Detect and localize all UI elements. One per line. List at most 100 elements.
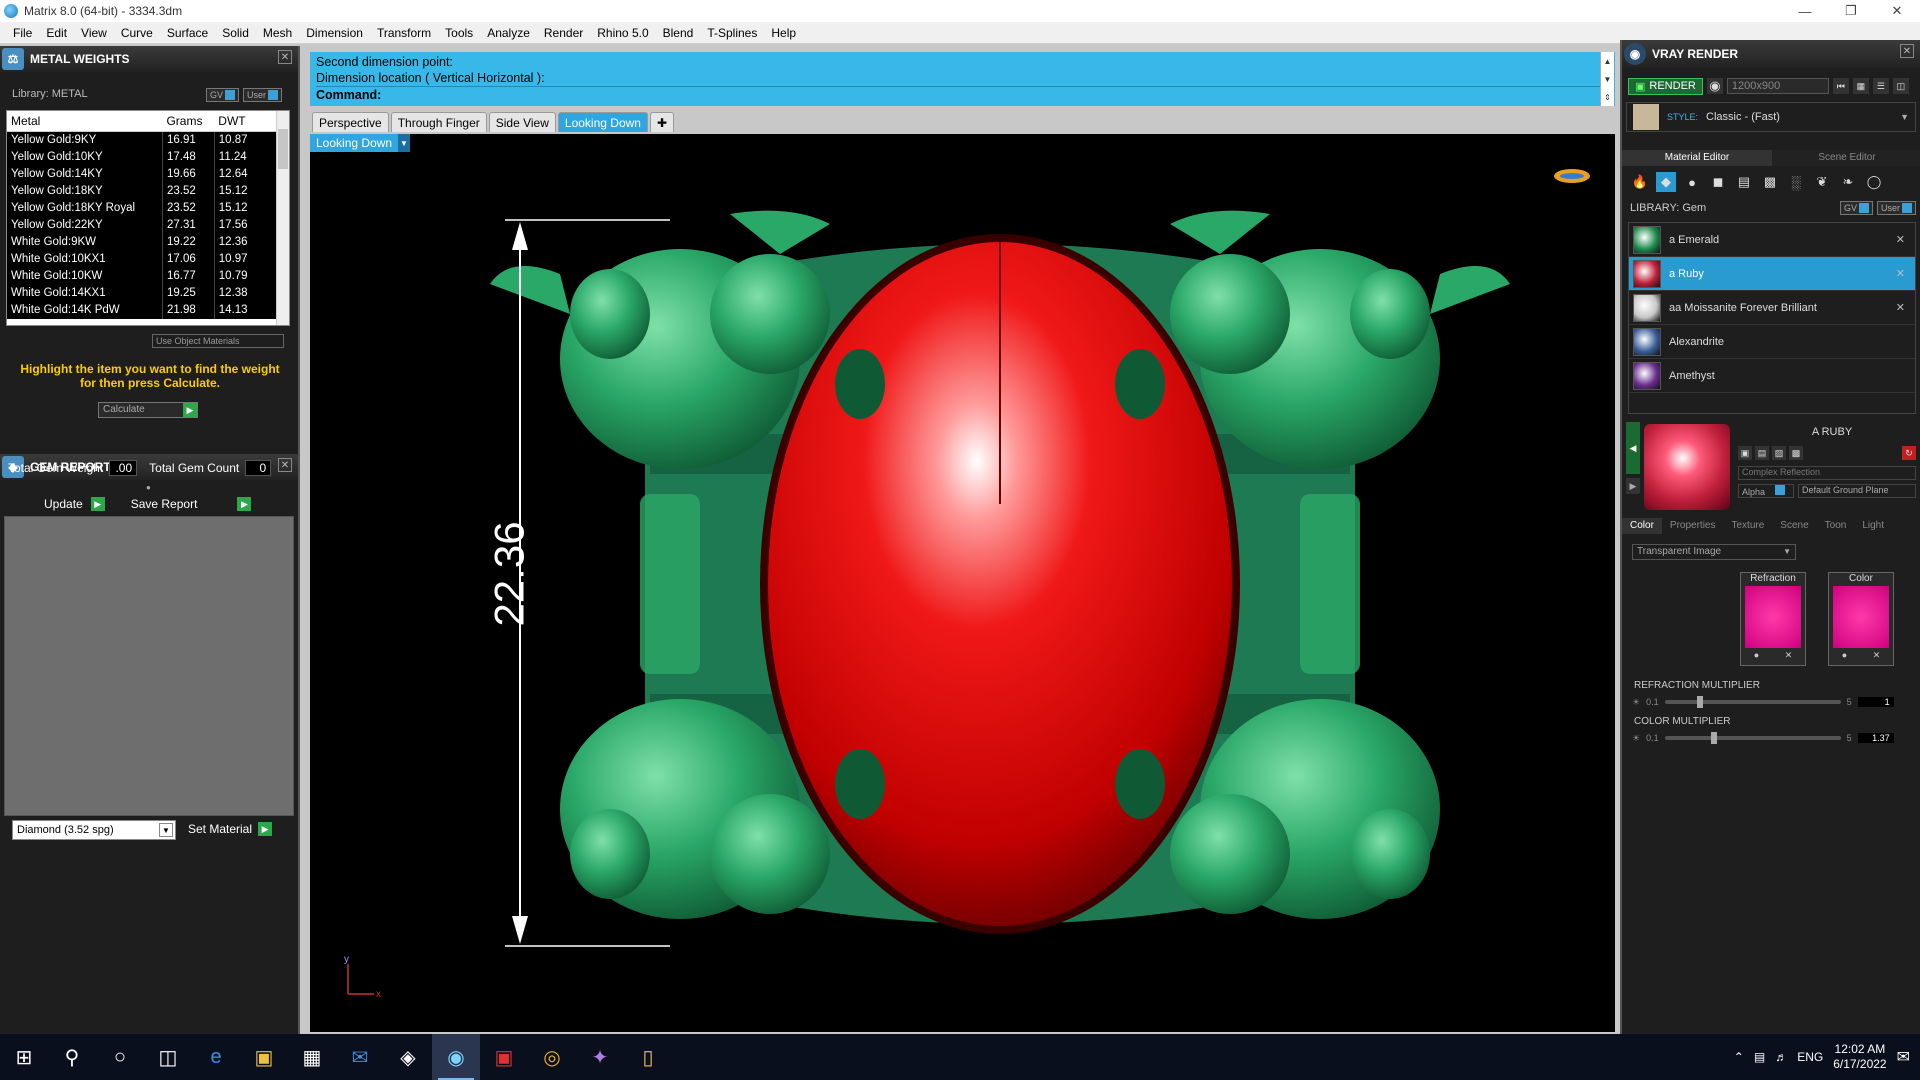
list-item[interactable]: aa Moissanite Forever Brilliant ✕ bbox=[1629, 291, 1915, 325]
tab-scene[interactable]: Scene bbox=[1772, 518, 1816, 534]
ground-plane-select[interactable]: Default Ground Plane bbox=[1798, 484, 1916, 498]
collapse-left-icon[interactable]: ◀ bbox=[1626, 422, 1640, 474]
scroll-down-icon[interactable]: ▼ bbox=[1604, 75, 1612, 84]
remove-material-icon[interactable]: ✕ bbox=[1896, 233, 1905, 246]
col-metal[interactable]: Metal bbox=[7, 111, 163, 132]
tab-light[interactable]: Light bbox=[1854, 518, 1892, 534]
media-app-icon[interactable]: ▣ bbox=[480, 1034, 528, 1080]
metal-table[interactable]: Metal Grams DWT Yellow Gold:9KY 16.91 10.8… bbox=[6, 110, 290, 326]
volume-icon[interactable]: ♬ bbox=[1775, 1050, 1787, 1064]
flame-icon[interactable]: 🔥 bbox=[1630, 172, 1650, 192]
list-item[interactable]: a Emerald ✕ bbox=[1629, 223, 1915, 257]
rhino-icon[interactable]: ◈ bbox=[384, 1034, 432, 1080]
alpha-toggle[interactable]: Alpha bbox=[1738, 484, 1794, 498]
save-report-button[interactable]: Save Report ▶ bbox=[131, 497, 252, 511]
color-slider[interactable] bbox=[1664, 732, 1841, 744]
menu-rhino[interactable]: Rhino 5.0 bbox=[590, 26, 655, 40]
mail-icon[interactable]: ✉ bbox=[336, 1034, 384, 1080]
table-row[interactable]: White Gold:14KX1 19.25 12.38 bbox=[7, 284, 278, 302]
edge-icon[interactable]: e bbox=[192, 1034, 240, 1080]
clear-icon[interactable]: ✕ bbox=[1785, 650, 1793, 661]
viewport[interactable]: y x 22.36 bbox=[310, 134, 1615, 1032]
command-prompt[interactable]: Command: bbox=[316, 86, 1609, 103]
restore-icon[interactable]: ❐ bbox=[1828, 0, 1874, 22]
network-app-icon[interactable]: ✦ bbox=[576, 1034, 624, 1080]
stripes-icon[interactable]: ▤ bbox=[1734, 172, 1754, 192]
menu-help[interactable]: Help bbox=[764, 26, 803, 40]
windows-start-icon[interactable]: ⊞ bbox=[0, 1034, 48, 1080]
checker-icon[interactable]: ▩ bbox=[1760, 172, 1780, 192]
menu-surface[interactable]: Surface bbox=[160, 26, 215, 40]
remove-material-icon[interactable]: ✕ bbox=[1896, 301, 1905, 314]
table-row[interactable]: White Gold:10KW 16.77 10.79 bbox=[7, 267, 278, 285]
menu-analyze[interactable]: Analyze bbox=[480, 26, 537, 40]
remove-material-icon[interactable]: ✕ bbox=[1896, 267, 1905, 280]
refraction-slider[interactable] bbox=[1664, 696, 1841, 708]
menu-dimension[interactable]: Dimension bbox=[299, 26, 370, 40]
command-scrollbar[interactable]: ▲ ▼ ⇕ bbox=[1600, 52, 1614, 106]
close-gem-reporter-icon[interactable]: ✕ bbox=[278, 458, 292, 472]
refraction-color-swatch[interactable] bbox=[1745, 586, 1801, 648]
file-explorer-icon[interactable]: ▣ bbox=[240, 1034, 288, 1080]
vray-gv-button[interactable]: GV bbox=[1839, 201, 1873, 215]
tab-color[interactable]: Color bbox=[1622, 518, 1662, 534]
scroll-arrows-icon[interactable]: ⇕ bbox=[1604, 93, 1611, 102]
metal-table-scrollbar[interactable] bbox=[276, 111, 289, 325]
menu-file[interactable]: File bbox=[6, 26, 39, 40]
table-row[interactable]: White Gold:14K PdW 21.98 14.13 bbox=[7, 301, 278, 319]
table-row[interactable]: White Gold:9KW 19.22 12.36 bbox=[7, 233, 278, 251]
copy-icon[interactable]: ▨ bbox=[1772, 446, 1786, 460]
notifications-icon[interactable]: ✉ bbox=[1897, 1047, 1910, 1067]
menu-tools[interactable]: Tools bbox=[438, 26, 480, 40]
bulb-icon[interactable]: ◯ bbox=[1864, 172, 1884, 192]
style-value[interactable]: Classic - (Fast) bbox=[1706, 111, 1780, 123]
menu-tsplines[interactable]: T-Splines bbox=[700, 26, 764, 40]
vray-user-button[interactable]: User bbox=[1876, 201, 1916, 215]
menu-render[interactable]: Render bbox=[537, 26, 590, 40]
export-icon[interactable]: ▩ bbox=[1789, 446, 1803, 460]
tab-toon[interactable]: Toon bbox=[1817, 518, 1855, 534]
set-material-button[interactable]: Set Material ▶ bbox=[188, 822, 273, 836]
layout-icon[interactable]: ◫ bbox=[1892, 78, 1909, 94]
minimize-icon[interactable]: — bbox=[1782, 0, 1828, 22]
eyedropper-icon[interactable]: ● bbox=[1754, 650, 1759, 661]
leaf-icon[interactable]: ❦ bbox=[1812, 172, 1832, 192]
sphere-icon[interactable]: ● bbox=[1682, 172, 1702, 192]
language-indicator[interactable]: ENG bbox=[1797, 1050, 1823, 1064]
table-row[interactable]: Yellow Gold:10KY 17.48 11.24 bbox=[7, 148, 278, 166]
menu-transform[interactable]: Transform bbox=[370, 26, 438, 40]
material-select[interactable]: Diamond (3.52 spg) ▼ bbox=[12, 820, 176, 840]
table-row[interactable]: Yellow Gold:22KY 27.31 17.56 bbox=[7, 216, 278, 234]
menu-solid[interactable]: Solid bbox=[215, 26, 256, 40]
reflection-select[interactable]: Complex Reflection bbox=[1738, 466, 1916, 480]
grid-icon[interactable]: ▦ bbox=[1852, 78, 1869, 94]
rewind-icon[interactable]: ⏮ bbox=[1832, 78, 1849, 94]
col-grams[interactable]: Grams bbox=[162, 111, 215, 132]
list-item[interactable]: a Ruby ✕ bbox=[1629, 257, 1915, 291]
menu-blend[interactable]: Blend bbox=[656, 26, 701, 40]
menu-edit[interactable]: Edit bbox=[39, 26, 74, 40]
network-icon[interactable]: ▤ bbox=[1754, 1050, 1765, 1064]
close-metal-weights-icon[interactable]: ✕ bbox=[278, 50, 292, 64]
tab-looking-down[interactable]: Looking Down bbox=[557, 112, 648, 132]
use-object-materials-button[interactable]: Use Object Materials bbox=[152, 334, 284, 348]
refresh-icon[interactable]: ↻ bbox=[1902, 446, 1916, 460]
color-value[interactable]: 1.37 bbox=[1857, 733, 1894, 743]
add-tab-icon[interactable]: ✚ bbox=[649, 112, 675, 132]
tab-texture[interactable]: Texture bbox=[1723, 518, 1772, 534]
render-button[interactable]: ▣ RENDER bbox=[1628, 77, 1703, 95]
transparent-image-select[interactable]: Transparent Image ▼ bbox=[1632, 544, 1796, 560]
refraction-value[interactable]: 1 bbox=[1857, 697, 1894, 707]
chrome-icon[interactable]: ◎ bbox=[528, 1034, 576, 1080]
clear-icon[interactable]: ✕ bbox=[1873, 650, 1881, 661]
color-swatch-box[interactable]: Color ● ✕ bbox=[1828, 572, 1894, 666]
color-swatch[interactable] bbox=[1833, 586, 1889, 648]
tab-side-view[interactable]: Side View bbox=[488, 112, 556, 132]
table-row[interactable]: Yellow Gold:9KY 16.91 10.87 bbox=[7, 131, 278, 149]
save-icon[interactable]: ▣ bbox=[1738, 446, 1752, 460]
task-view-icon[interactable]: ◫ bbox=[144, 1034, 192, 1080]
table-row[interactable]: Yellow Gold:14KY 19.66 12.64 bbox=[7, 165, 278, 183]
search-icon[interactable]: ⚲ bbox=[48, 1034, 96, 1080]
close-icon[interactable]: ✕ bbox=[1874, 0, 1920, 22]
view-dropdown[interactable]: Looking Down ▼ bbox=[310, 134, 410, 152]
